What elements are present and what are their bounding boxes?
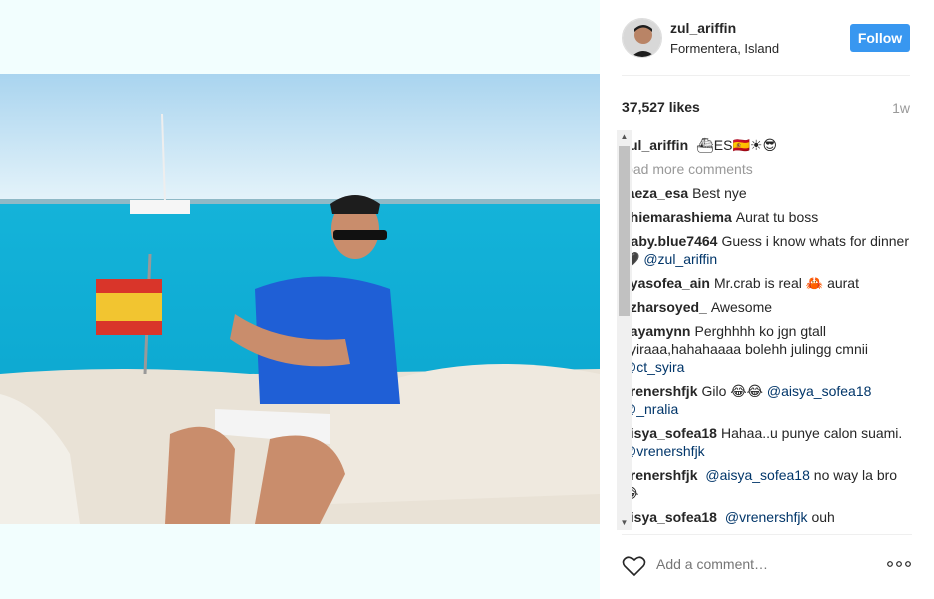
caption: zul_ariffin ⛴ES🇪🇸☀😎: [622, 136, 912, 154]
comment-text: Mr.crab is real 🦀 aurat: [713, 275, 859, 291]
scrollbar-thumb[interactable]: [619, 146, 630, 316]
comment-text: Awesome: [710, 299, 773, 315]
post-header: zul_ariffin Formentera, Island Follow: [622, 18, 910, 76]
comment-text: Best nye: [692, 185, 747, 201]
follow-button[interactable]: Follow: [850, 24, 910, 52]
comment-input[interactable]: [656, 556, 866, 572]
comment-mention[interactable]: @vrenershfjk: [725, 509, 808, 525]
comment-row: ayasofea_ain Mr.crab is real 🦀 aurat: [622, 274, 912, 292]
avatar[interactable]: [622, 18, 662, 58]
location-link[interactable]: Formentera, Island: [670, 41, 779, 56]
comment-author[interactable]: azharsoyed_: [622, 299, 707, 315]
comment-row: vrenershfjk @aisya_sofea18 no way la bro…: [622, 466, 912, 502]
comments-list: zul_ariffin ⛴ES🇪🇸☀😎 load more comments f…: [622, 136, 912, 530]
comment-author[interactable]: yayamynn: [622, 323, 690, 339]
comment-row: aisya_sofea18 Hahaa..u punye calon suami.…: [622, 424, 912, 460]
comment-mention[interactable]: @zul_ariffin: [643, 251, 717, 267]
comment-row: faeza_esa Best nye: [622, 184, 912, 202]
caption-text: ⛴ES🇪🇸☀😎: [696, 137, 778, 153]
comment-row: shiemarashiema Aurat tu boss: [622, 208, 912, 226]
comment-rows: faeza_esa Best nye shiemarashiema Aurat tu…: [622, 184, 912, 526]
comment-text: Hahaa..u punye calon suami.: [720, 425, 903, 441]
scroll-up-arrow-icon[interactable]: ▲: [617, 130, 632, 144]
comment-row: aisya_sofea18 @vrenershfjk ouh: [622, 508, 912, 526]
post-photo[interactable]: [0, 74, 600, 524]
post-footer: [622, 534, 912, 599]
username[interactable]: zul_ariffin: [670, 20, 736, 36]
photo-pane: [0, 0, 600, 599]
comment-author[interactable]: aisya_sofea18: [622, 425, 717, 441]
heart-icon[interactable]: [622, 555, 646, 577]
post-time[interactable]: 1w: [892, 100, 910, 116]
comment-mention[interactable]: @vrenershfjk: [622, 443, 705, 459]
comment-text: Aurat tu boss: [735, 209, 819, 225]
comment-row: yayamynn Perghhhh ko jgn gtall syiraaa,ha…: [622, 322, 912, 376]
comments-scrollbar[interactable]: ▲ ▼: [617, 130, 632, 530]
comment-row: vrenershfjk Gilo 😂😂 @aisya_sofea18 @_nral…: [622, 382, 912, 418]
comment-row: azharsoyed_ Awesome: [622, 298, 912, 316]
comment-author[interactable]: baby.blue7464: [622, 233, 717, 249]
post-side-panel: zul_ariffin Formentera, Island Follow 37…: [600, 0, 934, 599]
load-more-comments-link[interactable]: load more comments: [622, 160, 912, 178]
comment-mention[interactable]: @aisya_sofea18: [705, 467, 810, 483]
comment-author[interactable]: aisya_sofea18: [622, 509, 717, 525]
comment-text-after: ouh: [811, 509, 835, 525]
comment-text: Gilo 😂😂: [701, 383, 763, 399]
comment-author[interactable]: vrenershfjk: [622, 383, 697, 399]
comment-author[interactable]: vrenershfjk: [622, 467, 697, 483]
likes-count[interactable]: 37,527 likes: [622, 99, 700, 115]
more-options-icon[interactable]: [886, 559, 912, 569]
comment-author[interactable]: ayasofea_ain: [622, 275, 710, 291]
comment-row: baby.blue7464 Guess i know whats for dinn…: [622, 232, 912, 268]
scroll-down-arrow-icon[interactable]: ▼: [617, 516, 632, 530]
comment-author[interactable]: shiemarashiema: [622, 209, 732, 225]
